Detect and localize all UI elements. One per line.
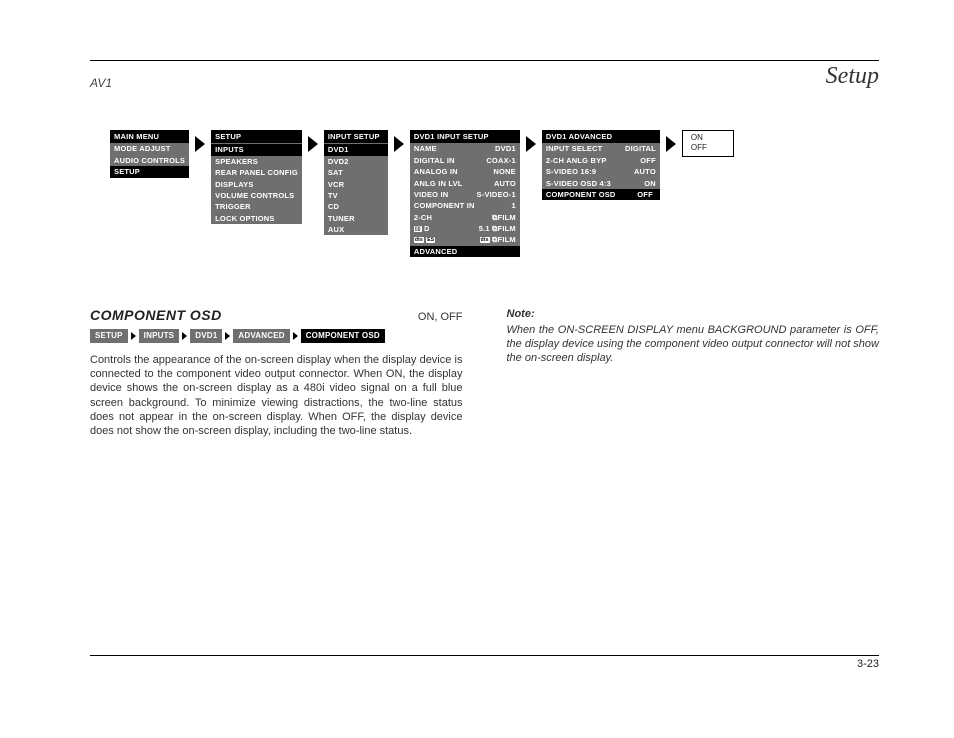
menu-row: NAMEDVD1 — [410, 143, 520, 154]
es-icon: ES — [426, 237, 435, 243]
arrow-icon — [526, 136, 536, 152]
menu-row: S-VIDEO OSD 4:3ON — [542, 178, 660, 189]
menu-navigation: MAIN MENU MODE ADJUST AUDIO CONTROLS SET… — [110, 130, 879, 257]
menu-dvd1-input-setup: DVD1 INPUT SETUP NAMEDVD1 DIGITAL INCOAX… — [410, 130, 520, 257]
menu-row: ANLG IN LVLAUTO — [410, 178, 520, 189]
menu-item: TUNER — [324, 213, 388, 224]
menu-item: AUX — [324, 224, 388, 235]
menu-item: VCR — [324, 179, 388, 190]
menu-item: LOCK OPTIONS — [211, 213, 302, 224]
menu-item-selected: ADVANCED — [410, 246, 520, 257]
menu-item: DVD2 — [324, 156, 388, 167]
menu-row: DIGITAL INCOAX-1 — [410, 155, 520, 166]
menu-row: COMPONENT IN1 — [410, 200, 520, 211]
menu-dvd1-advanced-title: DVD1 ADVANCED — [542, 130, 660, 143]
header-right: Setup — [826, 63, 879, 90]
menu-item: AUDIO CONTROLS — [110, 155, 189, 166]
menu-item-selected: SETUP — [110, 166, 189, 177]
menu-row: ANALOG INNONE — [410, 166, 520, 177]
arrow-icon — [308, 136, 318, 152]
section-options: ON, OFF — [418, 310, 463, 324]
left-column: COMPONENT OSD ON, OFF SETUP INPUTS DVD1 … — [90, 307, 463, 438]
crumb: INPUTS — [139, 329, 180, 343]
arrow-icon — [394, 136, 404, 152]
menu-row: ▯▯ D5.1 ⧉FILM — [410, 223, 520, 234]
arrow-icon — [666, 136, 676, 152]
chevron-right-icon — [182, 332, 187, 340]
menu-input-setup: INPUT SETUP DVD1 DVD2 SAT VCR TV CD TUNE… — [324, 130, 388, 235]
header-left: AV1 — [90, 76, 112, 90]
menu-item: SAT — [324, 167, 388, 178]
menu-dvd1-advanced: DVD1 ADVANCED INPUT SELECTDIGITAL 2-CH A… — [542, 130, 660, 200]
chevron-right-icon — [225, 332, 230, 340]
menu-item: CD — [324, 201, 388, 212]
dts-icon: dts — [414, 237, 424, 243]
note-head: Note: — [507, 307, 880, 321]
menu-input-setup-title: INPUT SETUP — [324, 130, 388, 143]
dolby-icon: ▯▯ — [414, 226, 422, 232]
crumb: DVD1 — [190, 329, 222, 343]
menu-item-selected: INPUTS — [211, 144, 302, 155]
menu-item: VOLUME CONTROLS — [211, 190, 302, 201]
menu-item-selected: DVD1 — [324, 144, 388, 155]
crumb-active: COMPONENT OSD — [301, 329, 385, 343]
on-off-options: ON OFF — [682, 130, 734, 157]
menu-item: MODE ADJUST — [110, 143, 189, 154]
menu-row: INPUT SELECTDIGITAL — [542, 143, 660, 154]
right-column: Note: When the ON-SCREEN DISPLAY menu BA… — [507, 307, 880, 438]
menu-item: TV — [324, 190, 388, 201]
menu-setup-title: SETUP — [211, 130, 302, 143]
menu-row: 2-CH ANLG BYPOFF — [542, 155, 660, 166]
menu-main: MAIN MENU MODE ADJUST AUDIO CONTROLS SET… — [110, 130, 189, 178]
page-number: 3-23 — [857, 658, 879, 670]
page-header: AV1 Setup — [90, 60, 879, 90]
arrow-icon — [195, 136, 205, 152]
note-body: When the ON-SCREEN DISPLAY menu BACKGROU… — [507, 323, 880, 365]
section-title: COMPONENT OSD — [90, 307, 222, 325]
section-body: Controls the appearance of the on-screen… — [90, 353, 463, 437]
menu-main-title: MAIN MENU — [110, 130, 189, 143]
crumb: ADVANCED — [233, 329, 289, 343]
page-footer: 3-23 — [90, 655, 879, 670]
menu-item: REAR PANEL CONFIG — [211, 167, 302, 178]
chevron-right-icon — [293, 332, 298, 340]
menu-setup: SETUP INPUTS SPEAKERS REAR PANEL CONFIG … — [211, 130, 302, 224]
menu-row-selected: COMPONENT OSDOFF — [542, 189, 660, 200]
breadcrumb: SETUP INPUTS DVD1 ADVANCED COMPONENT OSD — [90, 329, 463, 343]
menu-row: dts ESdts ⧉FILM — [410, 234, 520, 245]
menu-item: TRIGGER — [211, 201, 302, 212]
menu-row: VIDEO INS-VIDEO-1 — [410, 189, 520, 200]
menu-row: 2-CH⧉FILM — [410, 212, 520, 223]
chevron-right-icon — [131, 332, 136, 340]
crumb: SETUP — [90, 329, 128, 343]
menu-dvd1-title: DVD1 INPUT SETUP — [410, 130, 520, 143]
menu-item: DISPLAYS — [211, 179, 302, 190]
menu-item: SPEAKERS — [211, 156, 302, 167]
menu-row: S-VIDEO 16:9AUTO — [542, 166, 660, 177]
dts-icon: dts — [480, 237, 490, 243]
